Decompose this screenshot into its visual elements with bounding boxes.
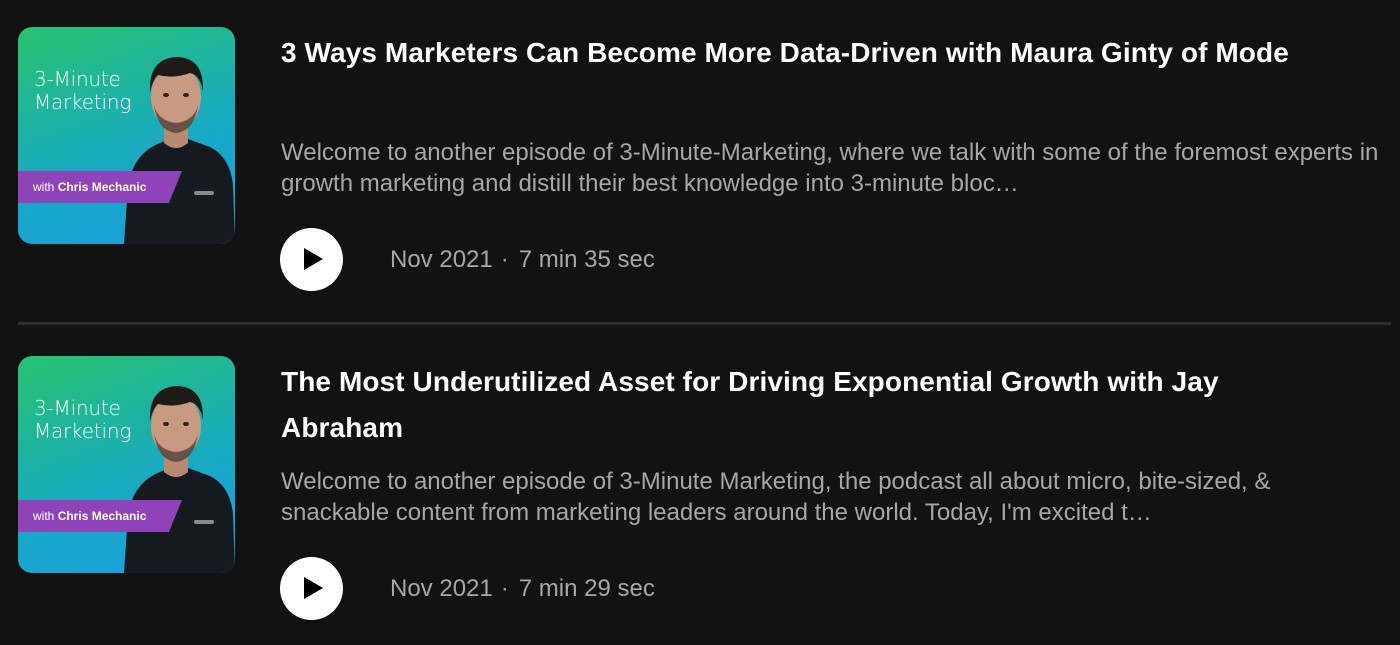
row-divider	[18, 322, 1391, 325]
host-name: Chris Mechanic	[57, 180, 147, 194]
meta-separator: ·	[500, 575, 509, 602]
host-name: Chris Mechanic	[57, 509, 147, 523]
episode-duration: 7 min 35 sec	[518, 246, 655, 273]
episode-meta: Nov 2021 · 7 min 29 sec	[390, 573, 655, 605]
play-button[interactable]	[280, 228, 343, 291]
host-prefix: with	[33, 509, 55, 523]
episode-cover-art[interactable]: 3-Minute Marketing with Chris Mechanic	[18, 356, 235, 573]
episode-title[interactable]: The Most Underutilized Asset for Driving…	[281, 359, 1341, 451]
host-photo	[124, 57, 235, 244]
play-button[interactable]	[280, 557, 343, 620]
host-banner: with Chris Mechanic	[18, 500, 182, 532]
episode-description: Welcome to another episode of 3-Minute-M…	[281, 139, 1379, 197]
episode-date: Nov 2021	[390, 575, 493, 602]
play-icon	[304, 577, 323, 599]
episode-list: 3-Minute Marketing with Chris Mechanic 3…	[0, 0, 1400, 645]
host-photo	[124, 386, 235, 573]
meta-separator: ·	[500, 246, 509, 273]
episode-duration: 7 min 29 sec	[518, 575, 655, 602]
episode-cover-art[interactable]: 3-Minute Marketing with Chris Mechanic	[18, 27, 235, 244]
host-banner: with Chris Mechanic	[18, 171, 182, 203]
episode-meta: Nov 2021 · 7 min 35 sec	[390, 244, 655, 276]
episode-date: Nov 2021	[390, 246, 493, 273]
episode-title[interactable]: 3 Ways Marketers Can Become More Data-Dr…	[281, 30, 1341, 76]
host-prefix: with	[33, 180, 55, 194]
play-icon	[304, 248, 323, 270]
episode-description: Welcome to another episode of 3-Minute M…	[281, 468, 1271, 526]
